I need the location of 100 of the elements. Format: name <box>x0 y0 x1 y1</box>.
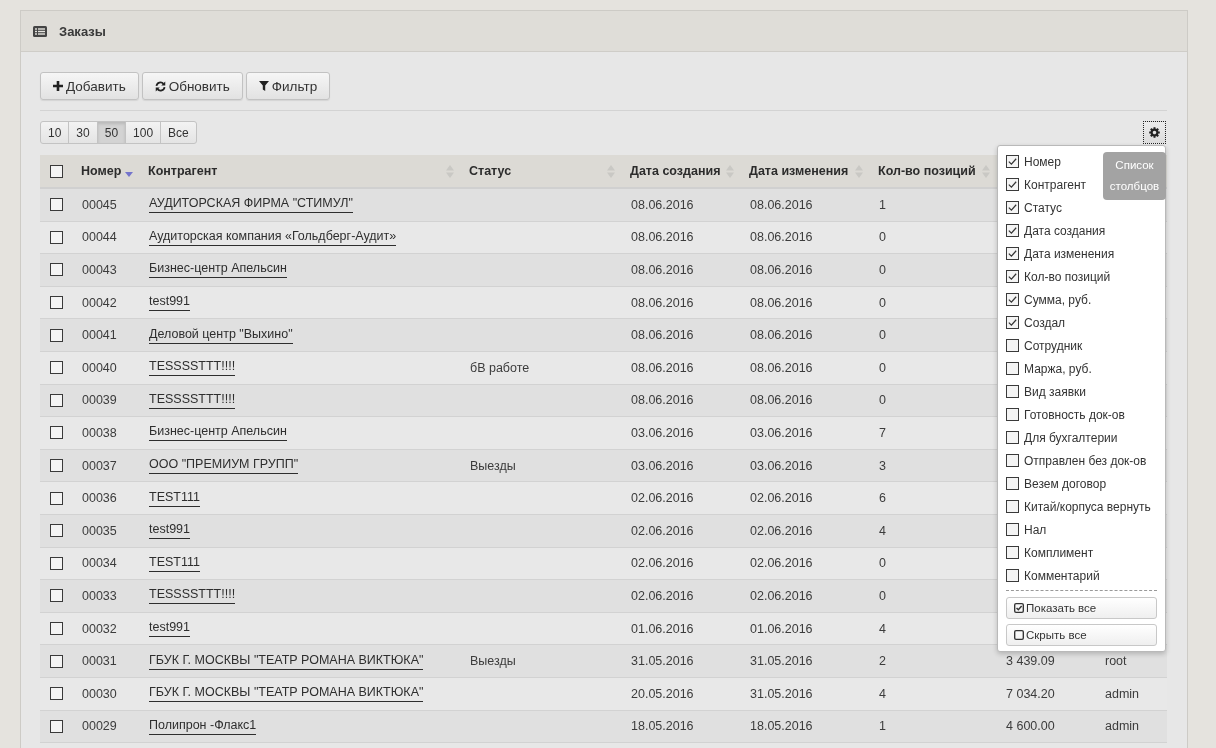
column-toggle[interactable]: Комментарий <box>1006 564 1100 587</box>
hide-all-button[interactable]: Скрыть все <box>1006 624 1157 646</box>
column-toggle[interactable]: Для бухгалтерии <box>1006 426 1118 449</box>
column-header[interactable]: Контрагент <box>139 155 460 187</box>
filter-button[interactable]: Фильтр <box>245 72 331 100</box>
add-button[interactable]: Добавить <box>40 72 139 100</box>
created-date: 02.06.2016 <box>631 523 694 538</box>
refresh-icon <box>154 80 166 92</box>
column-checkbox[interactable] <box>1006 500 1019 513</box>
row-checkbox[interactable] <box>49 622 63 635</box>
column-checkbox[interactable] <box>1006 454 1019 467</box>
show-all-button[interactable]: Показать все <box>1006 597 1157 619</box>
column-toggle[interactable]: Номер <box>1006 150 1061 173</box>
column-toggle[interactable]: Дата изменения <box>1006 242 1115 265</box>
column-toggle[interactable]: Китай/корпуса вернуть <box>1006 495 1151 518</box>
column-toggle[interactable]: Маржа, руб. <box>1006 357 1092 380</box>
counterparty-link[interactable]: TEST111 <box>149 554 200 572</box>
row-checkbox[interactable] <box>49 198 63 212</box>
page-size-button[interactable]: 100 <box>125 121 162 144</box>
counterparty-link[interactable]: TESSSSTTT!!!! <box>149 587 236 605</box>
row-checkbox[interactable] <box>49 654 63 668</box>
row-checkbox[interactable] <box>49 589 63 603</box>
row-checkbox[interactable] <box>49 230 63 244</box>
row-checkbox[interactable] <box>49 524 63 538</box>
column-checkbox[interactable] <box>1006 362 1019 375</box>
row-checkbox[interactable] <box>49 361 63 375</box>
column-checkbox[interactable] <box>1006 569 1019 582</box>
column-toggle[interactable]: Контрагент <box>1006 173 1087 196</box>
column-checkbox[interactable] <box>1006 201 1019 214</box>
column-header[interactable]: Статус <box>460 155 621 187</box>
row-checkbox[interactable] <box>49 556 63 570</box>
column-toggle[interactable]: Везем договор <box>1006 472 1107 495</box>
status-text: Выезды <box>470 458 516 473</box>
column-checkbox[interactable] <box>1006 431 1019 444</box>
column-checkbox[interactable] <box>1006 155 1019 168</box>
column-checkbox[interactable] <box>1006 339 1019 352</box>
order-number: 00043 <box>82 263 117 277</box>
counterparty-link[interactable]: ООО "ПРЕМИУМ ГРУПП" <box>149 457 299 475</box>
counterparty-link[interactable]: test991 <box>149 620 190 637</box>
positions-count: 4 <box>879 621 886 636</box>
column-checkbox[interactable] <box>1006 523 1019 536</box>
column-toggle[interactable]: Статус <box>1006 196 1062 219</box>
column-toggle[interactable]: Создал <box>1006 311 1066 334</box>
counterparty-link[interactable]: test991 <box>149 294 190 312</box>
column-header[interactable]: Дата изменения <box>740 155 869 187</box>
column-checkbox[interactable] <box>1006 316 1019 329</box>
counterparty-link[interactable]: Деловой центр "Выхино" <box>149 326 293 344</box>
row-checkbox[interactable] <box>49 459 63 473</box>
column-checkbox[interactable] <box>1006 477 1019 490</box>
column-toggle[interactable]: Сотрудник <box>1006 334 1083 357</box>
counterparty-link[interactable]: Аудиторская компания «Гольдберг-Аудит» <box>149 228 397 246</box>
row-checkbox[interactable] <box>49 328 63 342</box>
refresh-button[interactable]: Обновить <box>141 72 243 100</box>
select-all-checkbox[interactable] <box>49 164 63 178</box>
row-checkbox[interactable] <box>49 296 63 310</box>
counterparty-link[interactable]: ГБУК Г. МОСКВЫ "ТЕАТР РОМАНА ВИКТЮКА" <box>149 685 424 703</box>
column-checkbox[interactable] <box>1006 270 1019 283</box>
counterparty-link[interactable]: АУДИТОРСКАЯ ФИРМА "СТИМУЛ" <box>149 196 353 214</box>
column-checkbox[interactable] <box>1006 385 1019 398</box>
positions-count: 0 <box>879 556 886 571</box>
counterparty-link[interactable]: Бизнес-центр Апельсин <box>149 424 287 442</box>
page-size-button[interactable]: 50 <box>96 121 127 144</box>
column-header[interactable]: Дата создания <box>621 155 740 187</box>
order-number: 00039 <box>82 393 117 408</box>
page-size-button[interactable]: Все <box>160 121 197 144</box>
column-settings-button[interactable] <box>1143 121 1166 144</box>
column-toggle[interactable]: Вид заявки <box>1006 380 1087 403</box>
column-checkbox[interactable] <box>1006 293 1019 306</box>
positions-count: 4 <box>879 686 886 701</box>
page-size-button[interactable]: 10 <box>40 121 70 144</box>
row-checkbox[interactable] <box>49 719 63 733</box>
row-checkbox[interactable] <box>49 426 63 440</box>
column-checkbox[interactable] <box>1006 224 1019 237</box>
counterparty-link[interactable]: ГБУК Г. МОСКВЫ "ТЕАТР РОМАНА ВИКТЮКА" <box>149 652 424 670</box>
column-header[interactable]: Кол-во позиций <box>869 155 996 187</box>
column-toggle[interactable]: Нал <box>1006 518 1047 541</box>
column-checkbox[interactable] <box>1006 408 1019 421</box>
counterparty-link[interactable]: TESSSSTTT!!!! <box>149 359 236 377</box>
column-toggle[interactable]: Готовность док-ов <box>1006 403 1125 426</box>
counterparty-link[interactable]: TEST111 <box>149 489 200 507</box>
column-toggle[interactable]: Сумма, руб. <box>1006 288 1092 311</box>
column-header[interactable]: Номер <box>72 155 139 187</box>
column-checkbox[interactable] <box>1006 546 1019 559</box>
column-toggle[interactable]: Дата создания <box>1006 219 1106 242</box>
column-toggle[interactable]: Комплимент <box>1006 541 1094 564</box>
row-checkbox[interactable] <box>49 263 63 277</box>
page-size-button[interactable]: 30 <box>68 121 98 144</box>
status-text: Выезды <box>470 654 516 669</box>
column-checkbox[interactable] <box>1006 247 1019 260</box>
column-toggle[interactable]: Кол-во позиций <box>1006 265 1111 288</box>
counterparty-link[interactable]: Полипрон -Флакс1 <box>149 717 257 735</box>
row-checkbox[interactable] <box>49 687 63 701</box>
created-date: 20.05.2016 <box>631 686 694 701</box>
row-checkbox[interactable] <box>49 491 63 505</box>
counterparty-link[interactable]: TESSSSTTT!!!! <box>149 391 236 409</box>
counterparty-link[interactable]: test991 <box>149 522 190 540</box>
column-toggle[interactable]: Отправлен без док-ов <box>1006 449 1147 472</box>
counterparty-link[interactable]: Бизнес-центр Апельсин <box>149 261 287 279</box>
row-checkbox[interactable] <box>49 393 63 407</box>
column-checkbox[interactable] <box>1006 178 1019 191</box>
